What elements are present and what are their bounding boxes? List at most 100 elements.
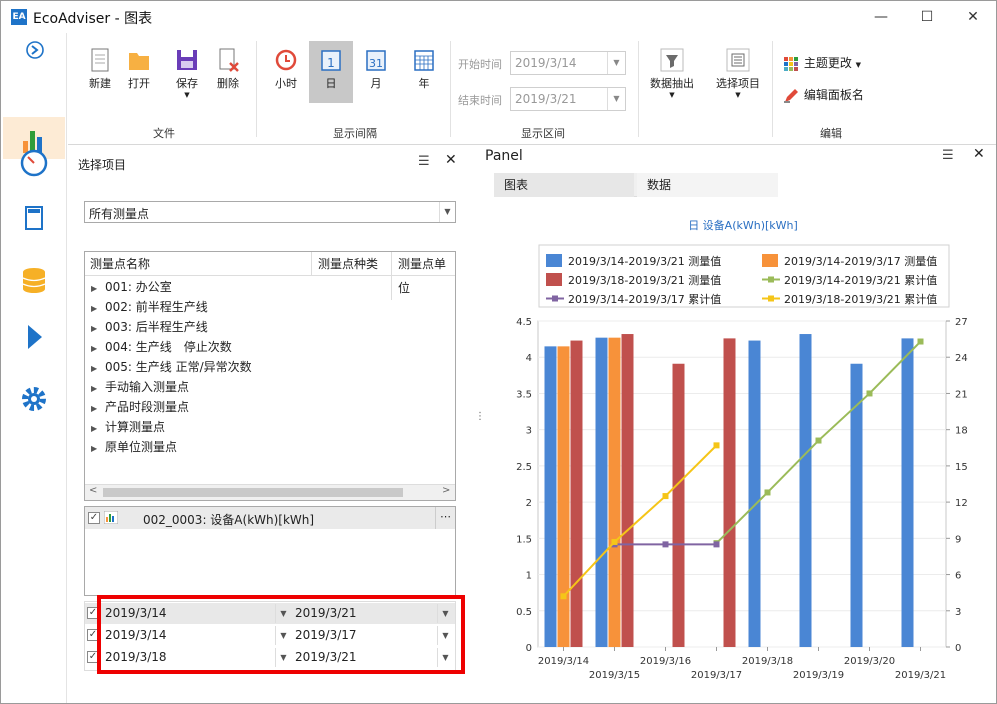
- bar: [672, 363, 685, 647]
- close-panel-icon[interactable]: ✕: [445, 152, 457, 168]
- minimize-button[interactable]: —: [858, 1, 904, 33]
- interval-month-button[interactable]: 31 月: [354, 41, 398, 99]
- scrollbar-thumb[interactable]: [103, 488, 403, 497]
- select-items-panel: 选择项目 ☰ ✕ 所有测量点 ▼ 测量点名称 测量点种类 测量点单位 ▶ 001:…: [68, 146, 473, 703]
- tab-chart[interactable]: 图表: [494, 173, 634, 197]
- horizontal-scrollbar[interactable]: < >: [85, 484, 455, 500]
- tree-item-label: 003: 后半程生产线: [105, 320, 208, 334]
- line-point: [662, 493, 669, 500]
- tree-item-label: 手动输入测量点: [105, 380, 190, 394]
- end-time-dropdown-icon[interactable]: ▼: [607, 88, 625, 110]
- tree-item[interactable]: ▶ 001: 办公室: [91, 277, 172, 297]
- more-options-icon[interactable]: ⋯: [435, 507, 455, 529]
- bar: [621, 334, 634, 647]
- save-button[interactable]: 保存 ▼: [165, 41, 209, 99]
- start-time-input[interactable]: 2019/3/14 ▼: [510, 51, 626, 75]
- tree-item[interactable]: ▶ 计算测量点: [91, 417, 165, 437]
- scroll-right-icon[interactable]: >: [442, 485, 450, 496]
- tree-item[interactable]: ▶ 原单位测量点: [91, 437, 177, 457]
- panel-splitter[interactable]: ⋮: [475, 412, 485, 437]
- nav-item-database[interactable]: [14, 261, 54, 301]
- expand-arrow-icon[interactable]: ▶: [91, 299, 105, 319]
- delete-file-icon: [219, 48, 239, 72]
- group-divider: [450, 41, 451, 137]
- selected-point-row[interactable]: ✓ 002_0003: 设备A(kWh)[kWh] ⋯: [85, 507, 455, 529]
- expand-arrow-icon[interactable]: ▶: [91, 419, 105, 439]
- tree-item[interactable]: ▶ 005: 生产线 正常/异常次数: [91, 357, 252, 377]
- tree-item[interactable]: ▶ 003: 后半程生产线: [91, 317, 208, 337]
- bar: [544, 346, 557, 647]
- tree-item[interactable]: ▶ 004: 生产线 停止次数: [91, 337, 232, 357]
- bar: [570, 340, 583, 647]
- tree-item[interactable]: ▶ 002: 前半程生产线: [91, 297, 208, 317]
- group-divider: [638, 41, 639, 137]
- tree-item[interactable]: ▶ 手动输入测量点: [91, 377, 189, 397]
- expand-arrow-icon[interactable]: ▶: [91, 359, 105, 379]
- legend-marker: [768, 295, 774, 302]
- list-view-icon[interactable]: ☰: [418, 154, 430, 169]
- rename-panel-button[interactable]: 编辑面板名: [784, 85, 864, 105]
- col-header-name[interactable]: 测量点名称: [90, 252, 150, 276]
- clock-icon: [275, 49, 297, 71]
- selected-points-list: ✓ 002_0003: 设备A(kWh)[kWh] ⋯: [84, 506, 456, 596]
- select-items-button[interactable]: 选择项目 ▼: [712, 41, 764, 99]
- document-icon: [25, 206, 43, 230]
- y-tick-label: 1: [526, 571, 532, 582]
- interval-year-button[interactable]: 年: [402, 41, 446, 99]
- x-tick-label: 2019/3/17: [691, 670, 742, 681]
- start-time-dropdown-icon[interactable]: ▼: [607, 52, 625, 74]
- expand-arrow-icon[interactable]: ▶: [91, 439, 105, 459]
- expand-arrow-icon[interactable]: ▶: [91, 399, 105, 419]
- x-tick-label: 2019/3/16: [640, 656, 691, 667]
- legend-label: 2019/3/14-2019/3/21 测量值: [568, 255, 721, 268]
- nav-item-settings[interactable]: [14, 379, 54, 419]
- tree-item[interactable]: ▶ 产品时段测量点: [91, 397, 189, 417]
- close-panel-icon[interactable]: ✕: [973, 146, 985, 162]
- select-items-dropdown-icon[interactable]: ▼: [712, 91, 764, 99]
- tree-item-label: 001: 办公室: [105, 280, 172, 294]
- legend-marker: [552, 295, 558, 302]
- y-tick-label: 1.5: [516, 534, 532, 545]
- expand-arrow-icon[interactable]: ▶: [91, 379, 105, 399]
- maximize-button[interactable]: ☐: [904, 1, 950, 33]
- col-header-unit[interactable]: 测量点单位: [391, 252, 455, 300]
- nav-item-report[interactable]: [14, 199, 54, 239]
- theme-dropdown-icon[interactable]: ▼: [856, 61, 861, 69]
- filter-icon: [660, 48, 684, 72]
- y2-tick-label: 6: [955, 571, 961, 582]
- theme-change-button[interactable]: 主题更改 ▼: [784, 53, 861, 73]
- expand-arrow-icon[interactable]: ▶: [91, 279, 105, 299]
- expand-arrow-icon[interactable]: ▶: [91, 339, 105, 359]
- new-button[interactable]: 新建: [78, 41, 122, 99]
- list-view-icon[interactable]: ☰: [942, 148, 954, 163]
- filter-dropdown-icon[interactable]: ▼: [439, 202, 455, 222]
- save-button-label: 保存: [176, 77, 198, 90]
- nav-item-gauge[interactable]: [14, 143, 54, 183]
- hour-label: 小时: [275, 77, 297, 90]
- save-dropdown-icon[interactable]: ▼: [165, 91, 209, 99]
- interval-day-button[interactable]: 1 日: [309, 41, 353, 103]
- data-extract-dropdown-icon[interactable]: ▼: [646, 91, 698, 99]
- expand-arrow-icon[interactable]: ▶: [91, 319, 105, 339]
- y2-tick-label: 18: [955, 426, 968, 437]
- group-divider: [256, 41, 257, 137]
- end-time-input[interactable]: 2019/3/21 ▼: [510, 87, 626, 111]
- measurement-filter-select[interactable]: 所有测量点 ▼: [84, 201, 456, 223]
- interval-hour-button[interactable]: 小时: [264, 41, 308, 99]
- data-extract-button[interactable]: 数据抽出 ▼: [646, 41, 698, 99]
- folder-icon: [129, 53, 149, 70]
- expand-nav-icon[interactable]: [24, 39, 46, 61]
- delete-button[interactable]: 删除: [206, 41, 250, 99]
- open-button[interactable]: 打开: [117, 41, 161, 99]
- col-header-type[interactable]: 测量点种类: [311, 252, 378, 276]
- line-point: [713, 541, 720, 548]
- scroll-left-icon[interactable]: <: [89, 485, 97, 496]
- legend-marker: [768, 276, 774, 283]
- selected-point-checkbox[interactable]: ✓: [88, 512, 100, 524]
- y-tick-label: 3.5: [516, 389, 532, 400]
- theme-icon: [784, 56, 798, 71]
- close-window-button[interactable]: ✕: [950, 1, 996, 33]
- nav-item-run[interactable]: [14, 317, 54, 357]
- bar: [723, 338, 736, 647]
- tab-data[interactable]: 数据: [637, 173, 778, 197]
